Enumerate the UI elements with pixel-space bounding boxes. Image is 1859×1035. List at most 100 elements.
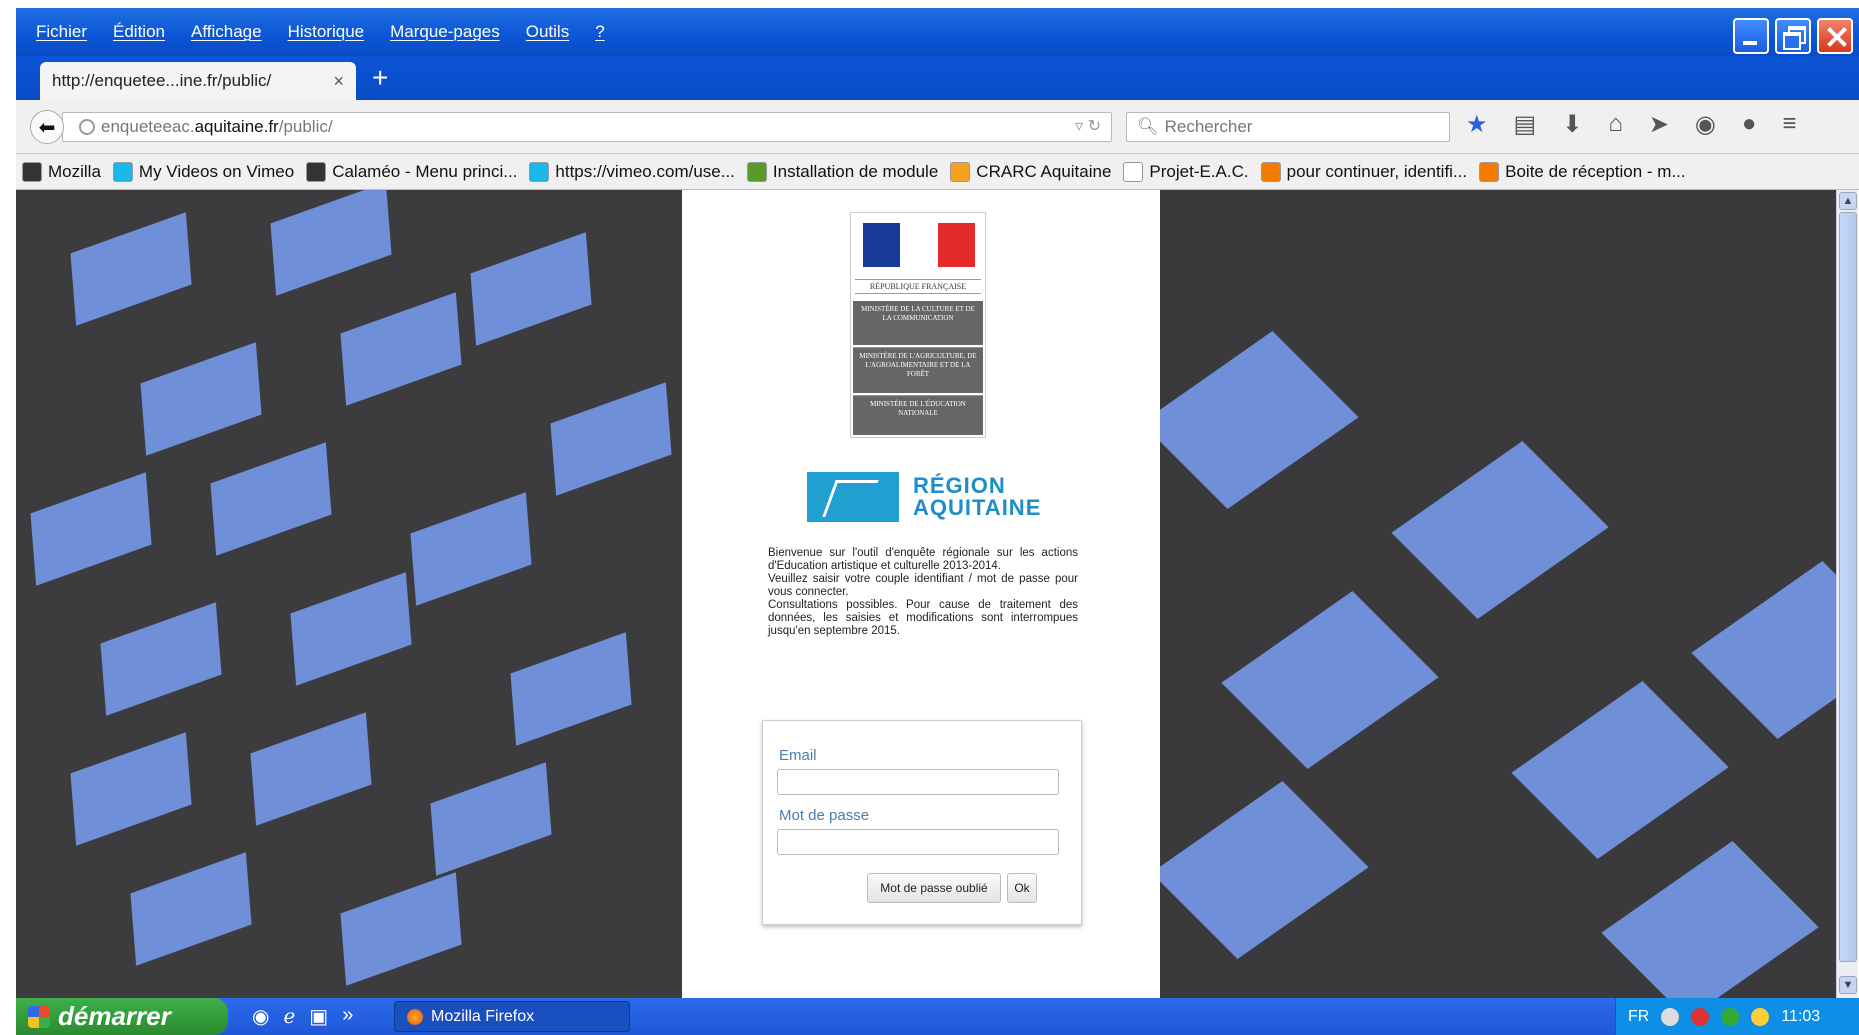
bookmark-item[interactable]: https://vimeo.com/use...: [529, 161, 735, 182]
maximize-button[interactable]: [1775, 18, 1811, 54]
floor-tile: [1691, 561, 1836, 739]
floor-tile: [290, 572, 412, 686]
bookmark-label: Mozilla: [48, 161, 101, 181]
bookmark-item[interactable]: Mozilla: [22, 161, 101, 182]
bookmark-icon: [1260, 161, 1281, 182]
scroll-thumb[interactable]: [1839, 212, 1857, 962]
close-window-button[interactable]: [1817, 18, 1853, 54]
tray-icon-1[interactable]: [1661, 1007, 1680, 1026]
floor-tile: [1221, 591, 1439, 769]
tray-icon-4[interactable]: [1751, 1007, 1770, 1026]
menu-fichier[interactable]: Fichier: [36, 22, 87, 42]
desktop-icon[interactable]: ◉: [252, 1004, 269, 1029]
url-bar[interactable]: enqueteeac. aquitaine.fr/public/ ▿ ↻: [62, 112, 1112, 142]
reading-list-icon[interactable]: ▤: [1514, 110, 1537, 139]
bookmark-label: CRARC Aquitaine: [976, 161, 1112, 181]
bookmark-icon: [529, 161, 550, 182]
new-tab-button[interactable]: +: [372, 64, 388, 92]
republique-label: RÉPUBLIQUE FRANÇAISE: [855, 279, 981, 294]
home-icon[interactable]: ⌂: [1608, 110, 1623, 139]
taskbar-firefox[interactable]: Mozilla Firefox: [394, 1001, 630, 1032]
tab-title: http://enquetee...ine.fr/public/: [52, 71, 272, 90]
menu-outils[interactable]: Outils: [526, 22, 569, 42]
language-indicator[interactable]: FR: [1628, 1008, 1649, 1026]
minimize-button[interactable]: [1733, 18, 1769, 54]
region-line1: RÉGION: [913, 473, 1006, 498]
floor-tile: [30, 472, 152, 586]
floor-tile: [340, 872, 462, 986]
nav-bar: enqueteeac. aquitaine.fr/public/ ▿ ↻ ⬅ 🔍︎…: [16, 100, 1859, 154]
password-label: Mot de passe: [779, 807, 870, 824]
bookmark-label: Projet-E.A.C.: [1149, 161, 1249, 181]
hamburger-menu-icon[interactable]: ≡: [1782, 110, 1796, 139]
menu-historique[interactable]: Historique: [288, 22, 365, 42]
ok-button[interactable]: Ok: [1007, 873, 1037, 903]
download-icon[interactable]: ⬇: [1562, 110, 1582, 139]
window-controls: [1733, 18, 1853, 54]
taskbar-app-label: Mozilla Firefox: [431, 1007, 535, 1025]
floor-tile: [250, 712, 372, 826]
more-icon[interactable]: »: [342, 1004, 353, 1029]
chat-icon[interactable]: ●: [1742, 110, 1757, 139]
bookmark-item[interactable]: Installation de module: [746, 161, 938, 182]
back-button[interactable]: ⬅: [30, 110, 64, 144]
floor-tile: [410, 492, 532, 606]
floor-tile: [70, 212, 192, 326]
bookmark-icon: [950, 161, 971, 182]
menu-help[interactable]: ?: [595, 22, 604, 42]
send-icon[interactable]: ➤: [1649, 110, 1669, 139]
bookmark-item[interactable]: Boite de réception - m...: [1479, 161, 1686, 182]
start-button[interactable]: démarrer: [16, 998, 228, 1035]
firefox-icon: [407, 1008, 423, 1025]
pocket-icon[interactable]: ◉: [1695, 110, 1716, 139]
reload-icon[interactable]: ▿ ↻: [1075, 116, 1101, 136]
bookmark-item[interactable]: CRARC Aquitaine: [950, 161, 1112, 182]
page-scrollbar[interactable]: ▲ ▼: [1836, 190, 1858, 998]
scroll-up-icon[interactable]: ▲: [1839, 192, 1857, 210]
bookmark-item[interactable]: pour continuer, identifi...: [1260, 161, 1468, 182]
search-bar[interactable]: 🔍︎ Rechercher: [1126, 112, 1450, 142]
floor-tile: [470, 232, 592, 346]
intro-notice: Consultations possibles. Pour cause de t…: [768, 599, 1078, 637]
tray-icon-3[interactable]: [1721, 1007, 1740, 1026]
bookmark-star-icon[interactable]: ★: [1466, 110, 1488, 139]
intro-welcome: Bienvenue sur l'outil d'enquête régional…: [768, 547, 1078, 572]
bookmark-item[interactable]: My Videos on Vimeo: [112, 161, 294, 182]
floor-tile: [430, 762, 552, 876]
media-icon[interactable]: ▣: [309, 1004, 328, 1029]
tray-icon-2[interactable]: [1691, 1007, 1710, 1026]
start-label: démarrer: [58, 1001, 171, 1031]
forgot-password-button[interactable]: Mot de passe oublié: [867, 873, 1001, 903]
windows-logo-icon: [28, 1005, 50, 1028]
email-field[interactable]: [777, 769, 1059, 795]
bookmarks-bar: Mozilla My Videos on Vimeo Calaméo - Menu …: [16, 154, 1859, 190]
menu-bar: Fichier Édition Affichage Historique Mar…: [36, 22, 605, 42]
email-label: Email: [779, 747, 817, 764]
login-form: Email Mot de passe Mot de passe oublié O…: [762, 720, 1082, 925]
menu-edition[interactable]: Édition: [113, 22, 165, 42]
menu-affichage[interactable]: Affichage: [191, 22, 262, 42]
ministry-agriculture: MINISTÈRE DE L'AGRICULTURE, DE L'AGROALI…: [853, 347, 983, 393]
aquitaine-logo-icon: [807, 472, 899, 522]
intro-text: Bienvenue sur l'outil d'enquête régional…: [768, 547, 1078, 638]
ministry-culture: MINISTÈRE DE LA CULTURE ET DE LA COMMUNI…: [853, 301, 983, 345]
password-field[interactable]: [777, 829, 1059, 855]
scroll-down-icon[interactable]: ▼: [1839, 976, 1857, 994]
bookmark-icon: [22, 161, 42, 182]
tab-active[interactable]: http://enquetee...ine.fr/public/ ×: [40, 62, 356, 100]
url-path: /public/: [278, 117, 333, 136]
ie-icon[interactable]: ℯ: [283, 1004, 295, 1029]
back-arrow-icon: ⬅: [38, 116, 56, 139]
bookmark-item[interactable]: Projet-E.A.C.: [1123, 161, 1249, 182]
bookmark-item[interactable]: Calaméo - Menu princi...: [306, 161, 517, 182]
floor-tile: [510, 632, 632, 746]
bookmark-icon: [746, 161, 767, 182]
url-host: aquitaine.fr: [194, 117, 279, 136]
bookmark-label: https://vimeo.com/use...: [555, 161, 735, 181]
menu-marque-pages[interactable]: Marque-pages: [390, 22, 500, 42]
bookmark-label: pour continuer, identifi...: [1286, 161, 1468, 181]
tab-close-icon[interactable]: ×: [333, 71, 344, 92]
floor-tile: [270, 190, 392, 296]
republique-francaise-logo: RÉPUBLIQUE FRANÇAISE MINISTÈRE DE LA CUL…: [850, 212, 986, 438]
region-aquitaine-logo: RÉGION AQUITAINE: [807, 472, 1041, 522]
